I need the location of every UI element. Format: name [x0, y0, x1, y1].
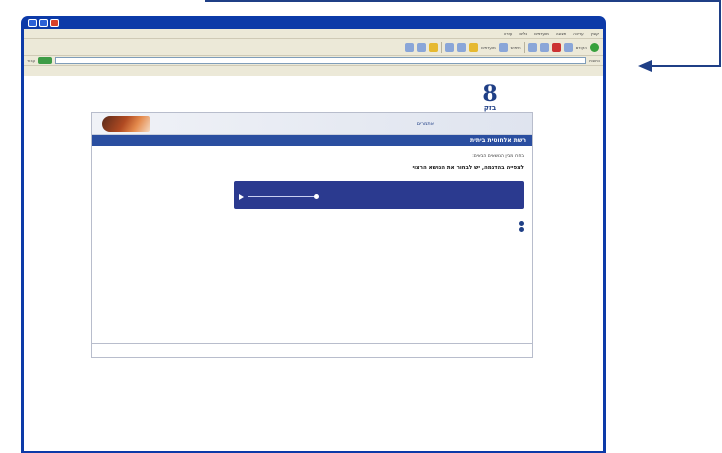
- toolbar-divider: [523, 41, 525, 53]
- section-header: רשת אלחוטית ביתית: [92, 135, 532, 146]
- list-item[interactable]: [100, 221, 524, 226]
- banner: אתמרים: [92, 113, 532, 135]
- bullet-arrow-icon: [519, 221, 524, 226]
- lead-text: לצפייה בהדגמה, יש לבחור את הנושא הרצוי: [412, 165, 524, 171]
- list-item[interactable]: [100, 227, 524, 232]
- refresh-icon[interactable]: [539, 42, 549, 52]
- menu-item-view[interactable]: תצוגה: [556, 31, 566, 36]
- callout-line: [205, 0, 721, 2]
- banner-link[interactable]: אתמרים: [417, 121, 434, 127]
- topic-links: [100, 221, 524, 233]
- bezeq-logo: 8 בזק: [476, 81, 504, 112]
- toolbar-divider: [441, 41, 443, 53]
- page-footer: [92, 343, 532, 357]
- home-icon[interactable]: [527, 42, 537, 52]
- menu-item-edit[interactable]: עריכה: [573, 31, 583, 36]
- logo-mark-icon: 8: [482, 81, 498, 107]
- search-icon[interactable]: [498, 42, 508, 52]
- page-viewport: 8 בזק אתמרים רשת אלחוטית ביתית בחרו מבין…: [24, 76, 603, 451]
- title-bar: [24, 16, 603, 29]
- demo-player[interactable]: [234, 181, 524, 209]
- favorites-label[interactable]: מועדפים: [481, 45, 496, 50]
- menu-item-favorites[interactable]: מועדפים: [534, 31, 549, 36]
- browser-window: עזרה כלים מועדפים תצוגה עריכה קובץ מועדפ…: [21, 16, 606, 453]
- callout-arrow-icon: [638, 60, 652, 72]
- minimize-button[interactable]: [28, 18, 37, 27]
- browser-toolbar: מועדפים חיפוש הקודם: [24, 39, 603, 56]
- banner-photo: [102, 116, 150, 132]
- menu-item-file[interactable]: קובץ: [591, 31, 599, 36]
- maximize-button[interactable]: [39, 18, 48, 27]
- page-body: בחרו מבין הנושאים הבאים: לצפייה בהדגמה, …: [92, 146, 532, 240]
- screenshot-stage: עזרה כלים מועדפים תצוגה עריכה קובץ מועדפ…: [0, 0, 722, 453]
- menu-item-tools[interactable]: כלים: [519, 31, 527, 36]
- print-icon[interactable]: [417, 42, 427, 52]
- seek-bar[interactable]: [248, 196, 316, 197]
- browser-client: עזרה כלים מועדפים תצוגה עריכה קובץ מועדפ…: [24, 29, 603, 451]
- history-icon[interactable]: [445, 42, 455, 52]
- search-label[interactable]: חיפוש: [511, 45, 521, 50]
- mail-icon[interactable]: [429, 42, 439, 52]
- window-controls: [28, 18, 59, 27]
- menu-bar: עזרה כלים מועדפים תצוגה עריכה קובץ: [24, 29, 603, 39]
- close-button[interactable]: [50, 18, 59, 27]
- intro-text: בחרו מבין הנושאים הבאים:: [472, 154, 524, 159]
- address-label: כתובת: [589, 58, 600, 63]
- edit-icon[interactable]: [405, 42, 415, 52]
- address-bar: עבור כתובת: [24, 56, 603, 66]
- go-button[interactable]: [38, 57, 53, 64]
- media-icon[interactable]: [457, 42, 467, 52]
- forward-icon[interactable]: [563, 42, 573, 52]
- seek-handle[interactable]: [314, 194, 319, 199]
- stop-icon[interactable]: [551, 42, 561, 52]
- callout-line: [650, 65, 721, 67]
- favorites-icon[interactable]: [469, 42, 479, 52]
- menu-item-help[interactable]: עזרה: [504, 31, 513, 36]
- callout-line: [719, 0, 721, 67]
- address-input[interactable]: [55, 57, 587, 64]
- back-icon[interactable]: [590, 42, 599, 52]
- bullet-arrow-icon: [519, 227, 524, 232]
- content-page: אתמרים רשת אלחוטית ביתית בחרו מבין הנושא…: [91, 112, 533, 358]
- page-title: רשת אלחוטית ביתית: [470, 137, 526, 144]
- play-icon[interactable]: [239, 194, 244, 200]
- logo-text: בזק: [483, 104, 497, 112]
- go-label[interactable]: עבור: [27, 58, 35, 63]
- back-label[interactable]: הקודם: [576, 45, 587, 50]
